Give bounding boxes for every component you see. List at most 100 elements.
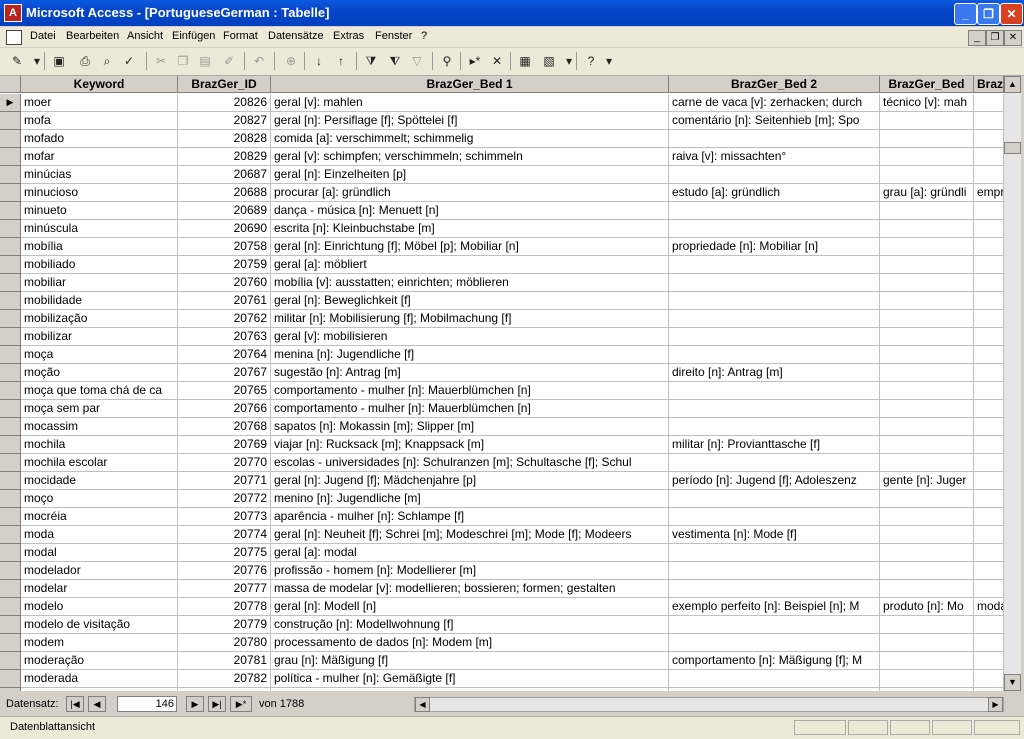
table-cell[interactable]: modem <box>21 634 178 652</box>
vertical-scrollbar[interactable]: ▲ ▼ <box>1004 76 1021 691</box>
table-cell[interactable]: comida [a]: verschimmelt; schimmelig <box>271 130 669 148</box>
row-selector[interactable] <box>0 472 21 490</box>
doc-minimize-button[interactable]: _ <box>968 30 986 46</box>
maximize-button[interactable]: ❐ <box>977 3 1000 25</box>
doc-restore-button[interactable]: ❐ <box>986 30 1004 46</box>
table-cell[interactable]: mobilizar <box>21 328 178 346</box>
table-cell[interactable]: modelo <box>21 598 178 616</box>
table-cell[interactable]: construção [n]: Modellwohnung [f] <box>271 616 669 634</box>
table-cell[interactable] <box>974 418 1004 436</box>
row-selector[interactable] <box>0 130 21 148</box>
row-selector[interactable] <box>0 346 21 364</box>
table-row[interactable]: modal 20775 geral [a]: modal <box>0 544 1004 562</box>
table-row[interactable]: ▶ moer 20826 geral [v]: mahlen carne de vaca… <box>0 94 1004 112</box>
table-row[interactable]: mobilização 20762 militar [n]: Mobilisieru… <box>0 310 1004 328</box>
table-row[interactable]: modelar 20777 massa de modelar [v]: modell… <box>0 580 1004 598</box>
table-cell[interactable]: 20767 <box>178 364 271 382</box>
table-cell[interactable] <box>974 472 1004 490</box>
table-doc-icon[interactable] <box>6 30 22 45</box>
table-cell[interactable]: moço <box>21 490 178 508</box>
row-selector[interactable] <box>0 634 21 652</box>
table-cell[interactable]: militar [n]: Mobilisierung [f]; Mobilmac… <box>271 310 669 328</box>
table-cell[interactable]: geral [n]: Persiflage [f]; Spöttelei [f] <box>271 112 669 130</box>
help-dropdown-icon[interactable]: ▾ <box>600 52 618 70</box>
filter-selection-icon[interactable]: ⧩ <box>362 52 380 70</box>
table-row[interactable]: moderado20783geral [a]: mäßig <box>0 688 1004 691</box>
table-cell[interactable]: 20781 <box>178 652 271 670</box>
table-cell[interactable] <box>880 238 974 256</box>
table-cell[interactable]: escolas - universidades [n]: Schulranzen… <box>271 454 669 472</box>
row-selector[interactable] <box>0 562 21 580</box>
print-preview-icon[interactable]: ⌕ <box>98 52 116 70</box>
row-selector[interactable] <box>0 490 21 508</box>
table-cell[interactable] <box>880 652 974 670</box>
table-cell[interactable]: processamento de dados [n]: Modem [m] <box>271 634 669 652</box>
table-cell[interactable]: 20777 <box>178 580 271 598</box>
table-cell[interactable] <box>974 364 1004 382</box>
table-cell[interactable]: sapatos [n]: Mokassin [m]; Slipper [m] <box>271 418 669 436</box>
menu-bearbeiten[interactable]: Bearbeiten <box>66 30 119 42</box>
table-cell[interactable] <box>974 148 1004 166</box>
table-cell[interactable]: 20766 <box>178 400 271 418</box>
new-record-nav-icon[interactable]: ▶* <box>230 696 252 712</box>
table-cell[interactable]: mofa <box>21 112 178 130</box>
table-cell[interactable]: carne de vaca [v]: zerhacken; durch <box>669 94 880 112</box>
table-row[interactable]: modem 20780 processamento de dados [n]: Mo… <box>0 634 1004 652</box>
row-selector[interactable] <box>0 256 21 274</box>
table-cell[interactable]: 20779 <box>178 616 271 634</box>
row-selector[interactable] <box>0 454 21 472</box>
table-cell[interactable]: período [n]: Jugend [f]; Adoleszenz <box>669 472 880 490</box>
table-cell[interactable]: política - mulher [n]: Gemäßigte [f] <box>271 670 669 688</box>
table-cell[interactable]: geral [a]: modal <box>271 544 669 562</box>
table-cell[interactable]: 20773 <box>178 508 271 526</box>
row-selector[interactable] <box>0 220 21 238</box>
table-cell[interactable]: sugestão [n]: Antrag [m] <box>271 364 669 382</box>
table-cell[interactable] <box>880 634 974 652</box>
table-cell[interactable]: 20690 <box>178 220 271 238</box>
table-cell[interactable]: mofado <box>21 130 178 148</box>
table-cell[interactable] <box>669 688 880 691</box>
table-cell[interactable] <box>974 562 1004 580</box>
row-selector[interactable] <box>0 670 21 688</box>
table-cell[interactable]: 20688 <box>178 184 271 202</box>
table-cell[interactable]: mocréia <box>21 508 178 526</box>
table-cell[interactable] <box>880 256 974 274</box>
table-cell[interactable] <box>880 328 974 346</box>
table-cell[interactable] <box>880 580 974 598</box>
row-selector[interactable] <box>0 526 21 544</box>
table-cell[interactable] <box>974 652 1004 670</box>
table-cell[interactable]: 20783 <box>178 688 271 691</box>
table-cell[interactable]: técnico [v]: mah <box>880 94 974 112</box>
table-cell[interactable] <box>880 688 974 691</box>
previous-record-icon[interactable]: ◀ <box>88 696 106 712</box>
table-cell[interactable] <box>974 688 1004 691</box>
table-cell[interactable]: estudo [a]: gründlich <box>669 184 880 202</box>
table-row[interactable]: mobiliar 20760 mobília [v]: ausstatten; ei… <box>0 274 1004 292</box>
new-object-icon[interactable]: ▧ <box>540 52 558 70</box>
doc-close-button[interactable]: ✕ <box>1004 30 1022 46</box>
table-cell[interactable]: 20829 <box>178 148 271 166</box>
table-cell[interactable] <box>880 436 974 454</box>
minimize-button[interactable]: _ <box>954 3 977 25</box>
table-cell[interactable]: produto [n]: Mo <box>880 598 974 616</box>
copy-icon[interactable]: ❐ <box>174 52 192 70</box>
table-cell[interactable]: 20776 <box>178 562 271 580</box>
table-cell[interactable]: aparência - mulher [n]: Schlampe [f] <box>271 508 669 526</box>
table-cell[interactable]: 20762 <box>178 310 271 328</box>
table-cell[interactable] <box>974 436 1004 454</box>
table-cell[interactable]: 20759 <box>178 256 271 274</box>
scroll-right-icon[interactable]: ▶ <box>988 697 1003 712</box>
row-selector[interactable] <box>0 508 21 526</box>
table-cell[interactable] <box>880 202 974 220</box>
table-cell[interactable]: exemplo perfeito [n]: Beispiel [n]; M <box>669 598 880 616</box>
undo-icon[interactable]: ↶ <box>250 52 268 70</box>
help-icon[interactable]: ? <box>582 52 600 70</box>
table-cell[interactable]: mobília <box>21 238 178 256</box>
table-cell[interactable] <box>669 274 880 292</box>
last-record-icon[interactable]: ▶| <box>208 696 226 712</box>
row-selector[interactable] <box>0 184 21 202</box>
delete-record-icon[interactable]: ✕ <box>488 52 506 70</box>
table-cell[interactable]: dança - música [n]: Menuett [n] <box>271 202 669 220</box>
row-selector[interactable] <box>0 580 21 598</box>
row-selector[interactable] <box>0 274 21 292</box>
